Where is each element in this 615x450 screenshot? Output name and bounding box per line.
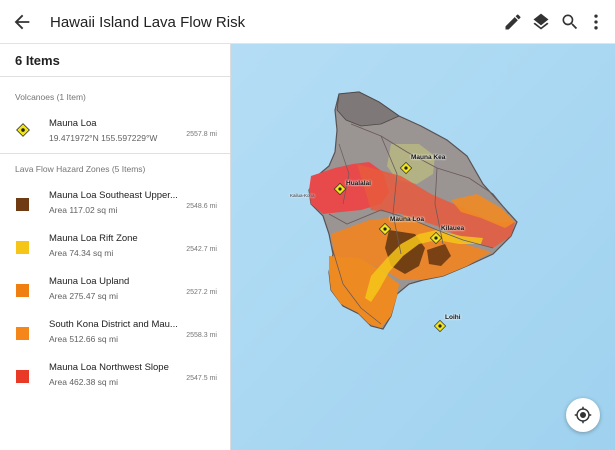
locate-me-button[interactable] bbox=[566, 398, 600, 432]
item-count: 6 Items bbox=[15, 53, 60, 68]
layers-icon[interactable] bbox=[531, 12, 551, 32]
zone-color-swatch bbox=[16, 327, 29, 340]
zone-name: Mauna Loa Northwest Slope bbox=[49, 362, 169, 373]
volcanoes-section-header: Volcanoes (1 Item) bbox=[15, 92, 86, 102]
zone-distance: 2527.2 mi bbox=[186, 289, 217, 296]
list-item-zone[interactable]: Mauna Loa Northwest Slope Area 462.38 sq… bbox=[0, 356, 230, 396]
zone-color-swatch bbox=[16, 284, 29, 297]
zone-distance: 2547.5 mi bbox=[186, 375, 217, 382]
volcano-marker-icon bbox=[16, 123, 30, 137]
zone-distance: 2558.3 mi bbox=[186, 332, 217, 339]
island-map bbox=[231, 44, 615, 450]
zone-area: Area 512.66 sq mi bbox=[49, 334, 118, 344]
zone-name: Mauna Loa Upland bbox=[49, 276, 130, 287]
divider bbox=[0, 153, 230, 154]
map-view[interactable]: Mauna Kea Hualalai Kailua-Kona Mauna Loa… bbox=[231, 44, 615, 450]
list-item-zone[interactable]: Mauna Loa Rift Zone Area 74.34 sq mi 254… bbox=[0, 227, 230, 267]
zone-name: Mauna Loa Rift Zone bbox=[49, 233, 138, 244]
app-bar: Hawaii Island Lava Flow Risk bbox=[0, 0, 615, 44]
zone-name: South Kona District and Mau... bbox=[49, 319, 178, 330]
edit-pencil-icon[interactable] bbox=[503, 12, 523, 32]
list-item-volcano[interactable]: Mauna Loa 19.471972°N 155.597229°W 2557.… bbox=[0, 112, 230, 152]
map-label-loihi: Loihi bbox=[445, 314, 461, 321]
map-label-mauna-loa: Mauna Loa bbox=[390, 216, 424, 223]
divider bbox=[0, 76, 230, 77]
zone-area: Area 74.34 sq mi bbox=[49, 248, 114, 258]
gps-target-icon bbox=[574, 406, 592, 424]
map-label-kailua-kona: Kailua-Kona bbox=[290, 193, 315, 198]
zone-color-swatch bbox=[16, 198, 29, 211]
zone-color-swatch bbox=[16, 370, 29, 383]
volcano-coordinates: 19.471972°N 155.597229°W bbox=[49, 133, 158, 143]
map-label-hualalai: Hualalai bbox=[346, 180, 371, 187]
map-label-kilauea: Kilauea bbox=[441, 225, 465, 232]
zone-name: Mauna Loa Southeast Upper... bbox=[49, 190, 178, 201]
more-vert-icon[interactable] bbox=[586, 12, 606, 32]
zone-distance: 2548.6 mi bbox=[186, 203, 217, 210]
zone-area: Area 117.02 sq mi bbox=[49, 205, 118, 215]
list-item-zone[interactable]: South Kona District and Mau... Area 512.… bbox=[0, 313, 230, 353]
zone-distance: 2542.7 mi bbox=[186, 246, 217, 253]
list-item-zone[interactable]: Mauna Loa Southeast Upper... Area 117.02… bbox=[0, 184, 230, 224]
zones-section-header: Lava Flow Hazard Zones (5 Items) bbox=[15, 164, 146, 174]
volcano-distance: 2557.8 mi bbox=[186, 131, 217, 138]
map-label-mauna-kea: Mauna Kea bbox=[411, 154, 446, 161]
page-title: Hawaii Island Lava Flow Risk bbox=[50, 14, 246, 31]
volcano-name: Mauna Loa bbox=[49, 118, 97, 129]
zone-area: Area 462.38 sq mi bbox=[49, 377, 118, 387]
search-icon[interactable] bbox=[560, 12, 580, 32]
zone-color-swatch bbox=[16, 241, 29, 254]
results-panel: 6 Items Volcanoes (1 Item) Mauna Loa 19.… bbox=[0, 44, 231, 450]
list-item-zone[interactable]: Mauna Loa Upland Area 275.47 sq mi 2527.… bbox=[0, 270, 230, 310]
back-arrow-icon[interactable] bbox=[11, 11, 33, 33]
zone-area: Area 275.47 sq mi bbox=[49, 291, 118, 301]
